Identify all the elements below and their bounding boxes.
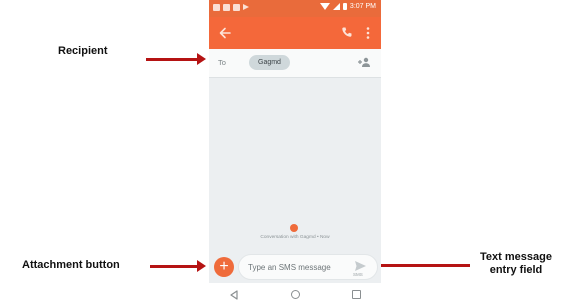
notification-icon <box>213 4 220 11</box>
back-arrow-icon[interactable] <box>218 26 232 40</box>
phone-screen: 3:07 PM To Gagmd Conversation with Gagmd… <box>209 0 381 306</box>
nav-recents-icon[interactable] <box>352 290 361 299</box>
attachment-button-callout: Attachment button <box>22 259 120 271</box>
system-nav-bar <box>209 283 381 306</box>
notification-icons <box>213 4 249 11</box>
nav-home-icon[interactable] <box>291 290 300 299</box>
recipient-chip[interactable]: Gagmd <box>249 55 290 70</box>
sender-dot-icon <box>290 224 298 232</box>
battery-icon <box>342 3 347 10</box>
phone-call-icon[interactable] <box>341 26 353 38</box>
app-bar <box>209 17 381 49</box>
nav-back-icon[interactable] <box>229 290 239 300</box>
text-message-field-callout: Text message entry field <box>474 251 558 277</box>
status-bar: 3:07 PM <box>209 0 381 17</box>
send-icon[interactable] <box>353 259 367 273</box>
attachment-arrow <box>150 260 206 272</box>
notification-icon <box>233 4 240 11</box>
status-time: 3:07 PM <box>349 3 376 10</box>
wifi-icon <box>319 3 330 10</box>
conversation-area: Conversation with Gagmd • Now <box>209 78 381 250</box>
send-sms-label: SMS <box>353 272 363 277</box>
signal-icon <box>332 3 340 10</box>
recipient-callout: Recipient <box>58 45 108 57</box>
text-message-field-callout-line2: entry field <box>489 264 543 276</box>
status-right: 3:07 PM <box>319 3 376 10</box>
attachment-button[interactable]: + <box>214 257 234 277</box>
notification-icon <box>223 4 230 11</box>
recipient-row: To Gagmd <box>209 49 381 78</box>
text-message-field-callout-line1: Text message <box>480 251 552 263</box>
to-label: To <box>218 58 226 67</box>
add-person-icon[interactable] <box>357 57 371 68</box>
conversation-meta: Conversation with Gagmd • Now <box>260 235 330 240</box>
more-vert-icon[interactable] <box>365 26 371 40</box>
play-icon <box>243 4 249 10</box>
recipient-arrow <box>146 53 206 65</box>
